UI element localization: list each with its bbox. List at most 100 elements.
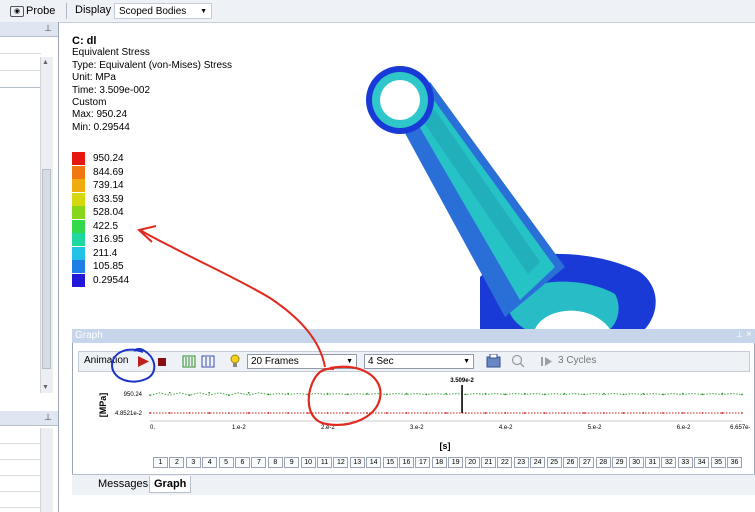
legend-value[interactable]: 211.4 (93, 248, 117, 259)
series-point (267, 412, 270, 414)
frame-cell[interactable]: 11 (317, 457, 332, 468)
details-row[interactable] (0, 459, 41, 476)
frame-cell[interactable]: 24 (530, 457, 546, 468)
frame-cell[interactable]: 9 (284, 457, 300, 468)
frame-cell[interactable]: 29 (612, 457, 628, 468)
pin-icon[interactable]: ⊥ (44, 23, 52, 34)
result-details: C: dl Equivalent Stress Type: Equivalent… (72, 35, 232, 134)
graph-plot[interactable]: [MPa] 950.24 4.8521e-2 3.509e-2 0. 1.e-2 2.… (78, 373, 750, 455)
chevron-down-icon: ▼ (463, 358, 470, 365)
tree-row[interactable] (0, 54, 41, 71)
cycles-icon[interactable] (540, 355, 554, 368)
frame-cell[interactable]: 28 (595, 457, 611, 468)
series-point (622, 393, 625, 396)
legend-swatch (72, 152, 85, 165)
legend-swatch (72, 206, 85, 219)
display-scoping-dropdown[interactable]: Scoped Bodies ▼ (114, 3, 212, 19)
legend-value[interactable]: 422.5 (93, 221, 118, 232)
frame-cell[interactable]: 33 (677, 457, 693, 468)
frame-cell[interactable]: 25 (546, 457, 562, 468)
probe-button[interactable]: ◉ Probe (8, 4, 57, 18)
outline-scrollbar[interactable]: ▲ ▼ (40, 57, 53, 393)
frame-cell[interactable]: 17 (415, 457, 431, 468)
duration-dropdown[interactable]: 4 Sec ▼ (364, 354, 474, 369)
series-point (287, 412, 289, 414)
scrollbar-thumb[interactable] (42, 169, 51, 369)
frame-cell[interactable]: 5 (218, 457, 234, 468)
series-point (642, 412, 645, 414)
y-tick-max: 950.24 (124, 392, 143, 398)
frame-cell[interactable]: 14 (366, 457, 382, 468)
details-row[interactable] (0, 491, 41, 508)
series-point (287, 392, 289, 395)
frame-cell[interactable]: 13 (349, 457, 365, 468)
frame-cell[interactable]: 6 (235, 457, 250, 468)
details-row[interactable] (0, 475, 41, 492)
lightbulb-icon[interactable] (229, 354, 241, 369)
frame-cell[interactable]: 1 (153, 457, 168, 468)
frame-cell[interactable]: 27 (579, 457, 595, 468)
series-point (603, 412, 605, 414)
zoom-icon[interactable] (511, 354, 525, 368)
legend-value[interactable]: 844.69 (93, 167, 124, 178)
result-sets-icon[interactable] (201, 355, 215, 368)
outline-panel-header: ⊥ (0, 22, 58, 37)
tab-graph[interactable]: Graph (149, 476, 192, 493)
frame-cell[interactable]: 23 (513, 457, 529, 468)
series-point (168, 391, 171, 394)
connecting-rod-model[interactable] (360, 62, 670, 329)
legend-value[interactable]: 105.85 (93, 261, 124, 272)
frame-cell[interactable]: 12 (333, 457, 349, 468)
series-point (741, 393, 743, 396)
frame-cell[interactable]: 15 (382, 457, 398, 468)
scroll-up-icon[interactable]: ▲ (42, 59, 49, 66)
frame-cell[interactable]: 36 (727, 457, 742, 468)
tree-row[interactable] (0, 71, 41, 88)
frame-cell[interactable]: 3 (185, 457, 201, 468)
close-icon[interactable]: × (746, 329, 752, 340)
series-point (425, 412, 428, 414)
pin-icon[interactable]: ⊥ (736, 330, 743, 339)
frames-dropdown[interactable]: 20 Frames ▼ (247, 354, 357, 369)
frame-cell[interactable]: 32 (661, 457, 677, 468)
frame-cell[interactable]: 16 (399, 457, 414, 468)
details-row[interactable] (0, 443, 41, 460)
legend-value[interactable]: 633.59 (93, 194, 124, 205)
stop-icon[interactable] (157, 357, 168, 367)
frame-cell[interactable]: 10 (300, 457, 316, 468)
pin-icon[interactable]: ⊥ (44, 412, 52, 423)
legend-value[interactable]: 316.95 (93, 234, 124, 245)
series-point (228, 394, 230, 397)
details-scrollbar[interactable] (40, 428, 53, 512)
scroll-down-icon[interactable]: ▼ (42, 384, 49, 391)
frame-cell[interactable]: 31 (645, 457, 660, 468)
chevron-down-icon: ▼ (200, 8, 207, 15)
frame-cell[interactable]: 8 (267, 457, 283, 468)
details-row[interactable] (0, 427, 41, 444)
frame-cell[interactable]: 18 (431, 457, 447, 468)
play-icon[interactable] (136, 355, 150, 368)
frame-cell[interactable]: 35 (710, 457, 726, 468)
tree-row[interactable] (0, 37, 41, 54)
frame-cell[interactable]: 22 (497, 457, 513, 468)
frame-cell[interactable]: 20 (464, 457, 480, 468)
frame-cell[interactable]: 30 (628, 457, 644, 468)
series-point (504, 412, 507, 414)
series-point (662, 412, 664, 414)
tab-messages[interactable]: Messages (94, 476, 152, 492)
distributed-frames-icon[interactable] (182, 355, 196, 368)
frame-cell[interactable]: 34 (694, 457, 710, 468)
legend-value[interactable]: 528.04 (93, 207, 124, 218)
frame-cell[interactable]: 21 (481, 457, 496, 468)
frame-cell[interactable]: 7 (251, 457, 267, 468)
frame-cell[interactable]: 2 (169, 457, 185, 468)
frame-cell[interactable]: 4 (202, 457, 218, 468)
legend-value[interactable]: 0.29544 (93, 275, 129, 286)
series-point (307, 393, 309, 396)
export-video-icon[interactable] (486, 354, 501, 368)
frame-cell[interactable]: 19 (448, 457, 464, 468)
legend-value[interactable]: 739.14 (93, 180, 124, 191)
frame-cell[interactable]: 26 (563, 457, 578, 468)
legend-value[interactable]: 950.24 (93, 153, 124, 164)
series-point (642, 392, 645, 395)
